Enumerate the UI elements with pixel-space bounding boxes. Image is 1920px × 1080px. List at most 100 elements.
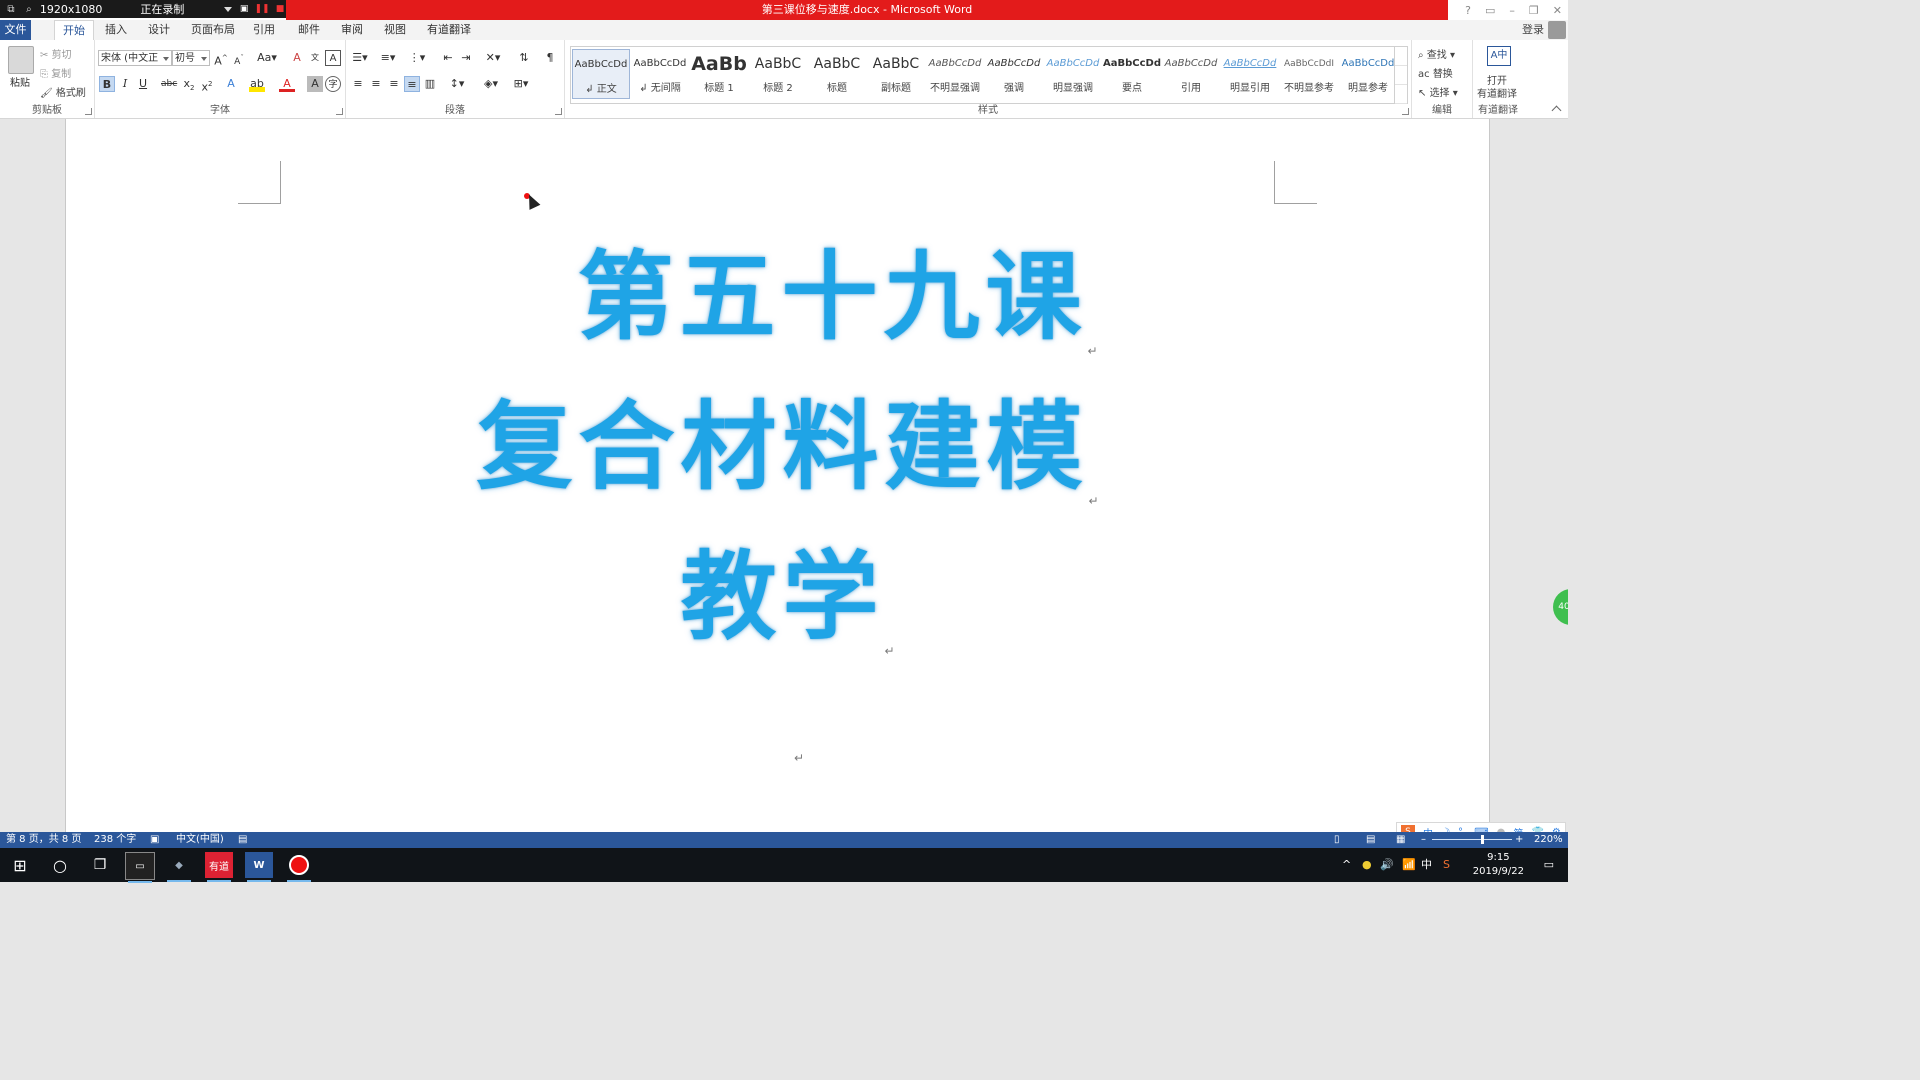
ribbon-display-icon[interactable]: ▭ <box>1485 4 1495 17</box>
tab-file[interactable]: 文件 <box>0 20 31 40</box>
phonetic-guide-icon[interactable]: 文 <box>307 50 323 66</box>
recorder-app-icon[interactable] <box>285 852 313 882</box>
sign-in-link[interactable]: 登录 <box>1522 20 1544 40</box>
zoom-in-icon[interactable]: + <box>1515 832 1523 848</box>
style-heading-2[interactable]: AaBbC 标题 2 <box>749 49 807 99</box>
network-icon[interactable]: 📶 <box>1402 848 1416 882</box>
copy-button[interactable]: ⎘ 复制 <box>40 65 71 80</box>
avatar[interactable] <box>1548 21 1566 39</box>
tray-app-icon[interactable]: ● <box>1362 848 1372 882</box>
tab-references[interactable]: 引用 <box>245 20 283 40</box>
enclose-char-icon[interactable]: 字 <box>325 76 341 92</box>
char-border-icon[interactable]: A <box>325 50 341 66</box>
asian-layout-icon[interactable]: ✕▾ <box>482 50 504 66</box>
cut-button[interactable]: ✂ 剪切 <box>40 46 72 61</box>
style-emphasis[interactable]: AaBbCcDd 强调 <box>985 49 1043 99</box>
highlight-icon[interactable]: ab <box>249 76 265 92</box>
doc-heading-line-1[interactable]: 第五十九课↵ <box>66 219 1549 358</box>
help-icon[interactable]: ? <box>1465 4 1471 17</box>
style-intense-reference[interactable]: AaBbCcDd 明显参考 <box>1339 49 1397 99</box>
volume-icon[interactable]: 🔊 <box>1380 848 1394 882</box>
tray-expand-icon[interactable]: ^ <box>1342 848 1351 882</box>
replace-button[interactable]: ac 替换 <box>1418 65 1453 80</box>
zoom-slider-thumb[interactable] <box>1481 835 1484 844</box>
paste-button[interactable]: 粘贴 <box>10 74 30 89</box>
tab-home[interactable]: 开始 <box>54 20 94 41</box>
paragraph-launcher-icon[interactable] <box>555 108 562 115</box>
chevron-down-icon[interactable] <box>224 6 233 12</box>
char-shading-icon[interactable]: A <box>307 76 323 92</box>
style-heading-1[interactable]: AaBb 标题 1 <box>690 49 748 99</box>
zoom-out-icon[interactable]: – <box>1421 832 1426 848</box>
select-button[interactable]: ↖ 选择 ▾ <box>1418 84 1458 99</box>
more-icon[interactable] <box>1395 85 1407 104</box>
multilevel-list-icon[interactable]: ⋮▾ <box>406 50 428 66</box>
read-mode-icon[interactable]: ▯ <box>1334 832 1340 848</box>
text-effects-icon[interactable]: A <box>223 76 239 92</box>
sort-icon[interactable]: ⇅ <box>516 50 532 66</box>
format-painter-button[interactable]: 🖌 格式刷 <box>40 84 86 99</box>
line-spacing-icon[interactable]: ↕▾ <box>446 76 468 92</box>
change-case-icon[interactable]: Aa▾ <box>255 50 279 66</box>
simplified-toggle[interactable]: 简 <box>1513 825 1523 833</box>
style-no-spacing[interactable]: AaBbCcDd ↲ 无间隔 <box>631 49 689 99</box>
chevron-down-icon[interactable] <box>1395 66 1407 85</box>
web-layout-icon[interactable]: ▦ <box>1396 832 1405 848</box>
page-count[interactable]: 第 8 页，共 8 页 <box>6 832 81 848</box>
style-normal[interactable]: AaBbCcDd ↲ 正文 <box>572 49 630 99</box>
font-size-select[interactable]: 初号 <box>172 50 210 66</box>
font-color-icon[interactable]: A <box>279 76 295 92</box>
terminal-app-icon[interactable]: ▭ <box>125 852 155 883</box>
task-view-icon[interactable]: ❐ <box>86 848 114 882</box>
zoom-level[interactable]: 220% <box>1534 832 1563 848</box>
borders-icon[interactable]: ⊞▾ <box>510 76 532 92</box>
style-strong[interactable]: AaBbCcDd 要点 <box>1103 49 1161 99</box>
shading-icon[interactable]: ◈▾ <box>480 76 502 92</box>
superscript-icon[interactable]: x2 <box>199 76 215 94</box>
close-button[interactable]: ✕ <box>1553 4 1562 17</box>
bold-icon[interactable]: B <box>99 76 115 92</box>
sogou-icon[interactable]: S <box>1401 825 1415 832</box>
style-subtitle[interactable]: AaBbC 副标题 <box>867 49 925 99</box>
taskbar-clock[interactable]: 9:15 2019/9/22 <box>1473 851 1524 879</box>
style-title[interactable]: AaBbC 标题 <box>808 49 866 99</box>
font-launcher-icon[interactable] <box>336 108 343 115</box>
style-intense-emphasis[interactable]: AaBbCcDd 明显强调 <box>1044 49 1102 99</box>
floating-ball[interactable]: 40 <box>1553 589 1568 625</box>
bullets-icon[interactable]: ☰▾ <box>350 50 370 66</box>
distributed-icon[interactable]: ▥ <box>422 76 438 92</box>
decrease-indent-icon[interactable]: ⇤ <box>440 50 456 66</box>
doc-heading-line-2[interactable]: 复合材料建模↵ <box>66 369 1499 508</box>
font-name-select[interactable]: 宋体 (中文正 <box>98 50 172 66</box>
styles-launcher-icon[interactable] <box>1402 108 1409 115</box>
tab-insert[interactable]: 插入 <box>97 20 135 40</box>
app-icon[interactable]: ◆ <box>165 852 193 882</box>
macro-icon[interactable]: ▤ <box>238 832 247 848</box>
collapse-ribbon-icon[interactable] <box>1551 105 1562 116</box>
justify-icon[interactable]: ≡ <box>404 76 420 92</box>
find-button[interactable]: ⌕ 查找 ▾ <box>1418 46 1455 61</box>
tab-design[interactable]: 设计 <box>140 20 178 40</box>
grow-font-icon[interactable]: A^ <box>213 50 229 68</box>
clipboard-launcher-icon[interactable] <box>85 108 92 115</box>
numbering-icon[interactable]: ≡▾ <box>378 50 398 66</box>
show-marks-icon[interactable]: ¶ <box>542 50 558 66</box>
style-gallery-scroll[interactable] <box>1394 47 1407 104</box>
style-subtle-reference[interactable]: AaBbCcDdI 不明显参考 <box>1280 49 1338 99</box>
underline-icon[interactable]: U <box>135 76 151 92</box>
notification-icon[interactable]: ▭ <box>1544 848 1554 882</box>
translate-icon[interactable]: A中 <box>1487 46 1511 66</box>
tab-review[interactable]: 审阅 <box>333 20 371 40</box>
style-intense-quote[interactable]: AaBbCcDd 明显引用 <box>1221 49 1279 99</box>
shrink-font-icon[interactable]: Aˇ <box>231 50 247 67</box>
ime-indicator[interactable]: 中 <box>1421 848 1432 882</box>
strikethrough-icon[interactable]: abc <box>161 76 177 92</box>
paste-icon[interactable] <box>8 46 34 74</box>
tab-youdao[interactable]: 有道翻译 <box>419 20 479 40</box>
search-icon[interactable]: ⌕ <box>22 3 36 15</box>
page[interactable]: 第五十九课↵ 复合材料建模↵ 教学↵ ↵ <box>65 119 1490 832</box>
align-right-icon[interactable]: ≡ <box>386 76 402 92</box>
minimize-button[interactable]: – <box>1509 4 1515 17</box>
tab-view[interactable]: 视图 <box>376 20 414 40</box>
increase-indent-icon[interactable]: ⇥ <box>458 50 474 66</box>
